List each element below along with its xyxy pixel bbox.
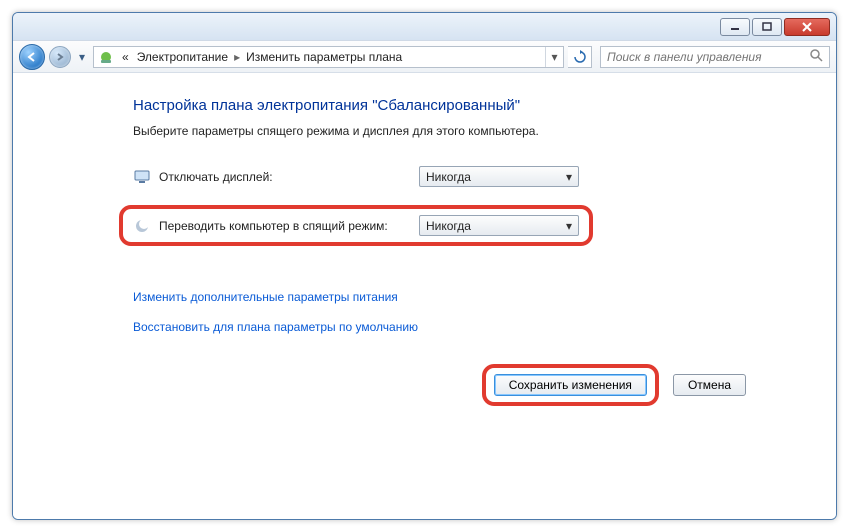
power-plan-icon bbox=[98, 49, 114, 65]
display-off-label: Отключать дисплей: bbox=[159, 170, 419, 184]
chevron-down-icon: ▾ bbox=[566, 170, 572, 184]
moon-icon bbox=[133, 217, 151, 235]
search-box[interactable] bbox=[600, 46, 830, 68]
maximize-button[interactable] bbox=[752, 18, 782, 36]
breadcrumb-edit-plan[interactable]: Изменить параметры плана bbox=[242, 50, 406, 64]
sleep-combo[interactable]: Никогда ▾ bbox=[419, 215, 579, 236]
sleep-value: Никогда bbox=[426, 219, 471, 233]
page-description: Выберите параметры спящего режима и дисп… bbox=[133, 124, 806, 138]
content-area: Настройка плана электропитания "Сбаланси… bbox=[13, 73, 836, 519]
breadcrumb-prefix: « bbox=[118, 50, 133, 64]
setting-row-sleep: Переводить компьютер в спящий режим: Ник… bbox=[119, 205, 593, 246]
titlebar bbox=[13, 13, 836, 41]
restore-defaults-link[interactable]: Восстановить для плана параметры по умол… bbox=[133, 320, 806, 334]
breadcrumb-separator-icon: ▸ bbox=[232, 50, 242, 64]
navigation-bar: ▾ « Электропитание ▸ Изменить параметры … bbox=[13, 41, 836, 73]
display-off-combo[interactable]: Никогда ▾ bbox=[419, 166, 579, 187]
chevron-down-icon: ▾ bbox=[566, 219, 572, 233]
minimize-button[interactable] bbox=[720, 18, 750, 36]
refresh-button[interactable] bbox=[568, 46, 592, 68]
sleep-label: Переводить компьютер в спящий режим: bbox=[159, 219, 419, 233]
close-button[interactable] bbox=[784, 18, 830, 36]
advanced-settings-link[interactable]: Изменить дополнительные параметры питани… bbox=[133, 290, 806, 304]
display-off-value: Никогда bbox=[426, 170, 471, 184]
page-title: Настройка плана электропитания "Сбаланси… bbox=[133, 97, 806, 114]
control-panel-window: ▾ « Электропитание ▸ Изменить параметры … bbox=[12, 12, 837, 520]
save-highlight: Сохранить изменения bbox=[482, 364, 659, 406]
back-button[interactable] bbox=[19, 44, 45, 70]
breadcrumb-power-options[interactable]: Электропитание bbox=[133, 50, 232, 64]
monitor-icon bbox=[133, 168, 151, 186]
save-button[interactable]: Сохранить изменения bbox=[494, 374, 647, 396]
history-dropdown-icon[interactable]: ▾ bbox=[75, 46, 89, 68]
button-bar: Сохранить изменения Отмена bbox=[133, 364, 806, 406]
setting-row-display-off: Отключать дисплей: Никогда ▾ bbox=[133, 166, 806, 187]
search-icon bbox=[809, 48, 825, 65]
address-dropdown-icon[interactable]: ▾ bbox=[545, 47, 563, 67]
cancel-button[interactable]: Отмена bbox=[673, 374, 746, 396]
address-bar[interactable]: « Электропитание ▸ Изменить параметры пл… bbox=[93, 46, 564, 68]
forward-button[interactable] bbox=[49, 46, 71, 68]
links-section: Изменить дополнительные параметры питани… bbox=[133, 290, 806, 334]
search-input[interactable] bbox=[605, 49, 809, 65]
